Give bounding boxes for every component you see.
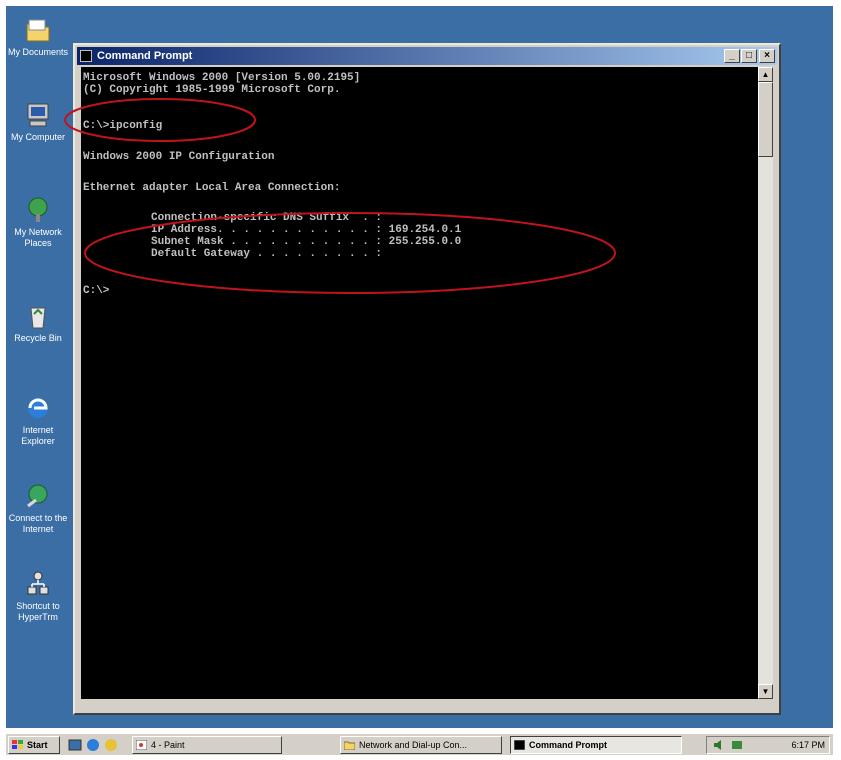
recycle-bin-icon	[30, 307, 46, 329]
paint-icon	[136, 740, 147, 750]
command-prompt-window: Command Prompt _ □ × Microsoft Windows 2…	[73, 43, 781, 715]
desktop-icon-label: My Computer	[10, 132, 65, 142]
folder-icon	[26, 19, 50, 42]
minimize-button[interactable]: _	[724, 49, 740, 63]
ie-quick-icon[interactable]	[86, 738, 100, 752]
desktop-icon-label: Internet Explorer	[21, 425, 55, 446]
console-line-version: Microsoft Windows 2000 [Version 5.00.219…	[83, 72, 361, 84]
scroll-thumb[interactable]	[758, 82, 773, 157]
desktop-icon-label: Recycle Bin	[14, 333, 62, 343]
taskbar-item-network[interactable]: Network and Dial-up Con...	[340, 736, 502, 754]
console-line-default-gateway: Default Gateway . . . . . . . . . :	[151, 248, 383, 260]
desktop-icon-internet-explorer[interactable]: Internet Explorer	[6, 394, 70, 447]
connect-icon	[27, 484, 48, 508]
system-tray: 6:17 PM	[706, 736, 830, 754]
console-line-subnet-mask: Subnet Mask . . . . . . . . . . . : 255.…	[151, 236, 462, 248]
taskbar-item-label: 4 - Paint	[151, 740, 185, 750]
console-output[interactable]: Microsoft Windows 2000 [Version 5.00.219…	[81, 67, 758, 699]
computer-icon	[27, 103, 49, 127]
scroll-up-button[interactable]: ▲	[758, 67, 773, 82]
scroll-down-button[interactable]: ▼	[758, 684, 773, 699]
console-line-ip-address: IP Address. . . . . . . . . . . . : 169.…	[151, 224, 462, 236]
quick-launch	[68, 738, 128, 752]
desktop-icon-label: Connect to the Internet	[8, 513, 68, 534]
start-label: Start	[27, 740, 48, 750]
desktop-icon-my-computer[interactable]: My Computer	[6, 101, 70, 143]
cmd-icon	[514, 740, 525, 750]
console-line-config-title: Windows 2000 IP Configuration	[83, 151, 275, 163]
window-titlebar[interactable]: Command Prompt _ □ ×	[77, 47, 777, 65]
cmd-icon	[80, 50, 92, 62]
ie-icon	[28, 398, 48, 418]
maximize-button[interactable]: □	[741, 49, 757, 63]
taskbar-item-command-prompt[interactable]: Command Prompt	[510, 736, 682, 754]
desktop-icon-connect-internet[interactable]: Connect to the Internet	[6, 482, 70, 535]
console-line-dns-suffix: Connection-specific DNS Suffix . :	[151, 212, 383, 224]
desktop-icon-label: My Documents	[7, 47, 69, 57]
start-button[interactable]: Start	[8, 736, 60, 754]
desktop: My Documents My Computer My Network Plac…	[6, 6, 833, 728]
show-desktop-icon[interactable]	[68, 738, 82, 752]
clock[interactable]: 6:17 PM	[791, 737, 825, 753]
console-line-command: C:\>ipconfig	[83, 120, 163, 132]
shortcut-icon	[27, 571, 49, 595]
console-line-copyright: (C) Copyright 1985-1999 Microsoft Corp.	[83, 84, 341, 96]
network-status-icon[interactable]	[731, 739, 743, 751]
network-folder-icon	[344, 741, 355, 750]
console-line-prompt: C:\>	[83, 285, 110, 297]
desktop-icon-hyperterminal[interactable]: Shortcut to HyperTrm	[6, 570, 70, 623]
window-title: Command Prompt	[97, 50, 193, 62]
close-button[interactable]: ×	[759, 49, 775, 63]
vertical-scrollbar[interactable]: ▲ ▼	[758, 67, 773, 699]
taskbar-item-label: Command Prompt	[529, 740, 608, 750]
taskbar-item-paint[interactable]: 4 - Paint	[132, 736, 282, 754]
desktop-icon-label: My Network Places	[14, 227, 62, 248]
taskbar: Start 4 - Paint Network and Dial-up Con.…	[6, 733, 833, 755]
volume-icon[interactable]	[713, 739, 725, 751]
desktop-icon-recycle-bin[interactable]: Recycle Bin	[6, 302, 70, 344]
desktop-icon-my-documents[interactable]: My Documents	[6, 16, 70, 58]
console-line-adapter: Ethernet adapter Local Area Connection:	[83, 182, 341, 194]
windows-logo-icon	[12, 740, 23, 749]
outlook-quick-icon[interactable]	[104, 738, 118, 752]
desktop-icon-network-places[interactable]: My Network Places	[6, 196, 70, 249]
desktop-icon-label: Shortcut to HyperTrm	[16, 601, 60, 622]
taskbar-item-label: Network and Dial-up Con...	[359, 740, 468, 750]
network-icon	[28, 197, 48, 222]
